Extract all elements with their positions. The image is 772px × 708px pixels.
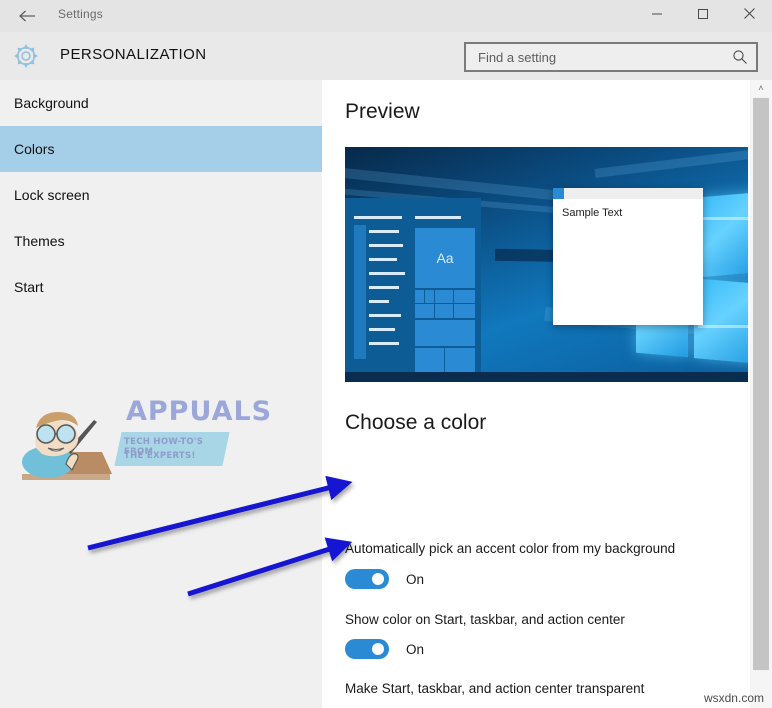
maximize-icon [697,7,709,25]
window-title: Settings [58,7,103,21]
start-dash [369,230,399,233]
sample-text-label: Sample Text [562,207,623,219]
wallpaper-streak [698,217,748,220]
wallpaper-ray [594,147,748,178]
preview-heading: Preview [345,100,420,123]
start-dash [369,328,395,331]
grid-line [415,303,475,304]
minimize-button[interactable] [634,0,680,31]
toggle-knob [372,573,384,585]
close-icon [743,7,756,25]
grid-line [444,348,445,372]
maximize-button[interactable] [680,0,726,31]
auto-accent-toggle[interactable] [345,569,389,589]
back-arrow-icon [18,9,36,23]
appuals-watermark: APPUALS TECH HOW-TO'S FROM THE EXPERTS! [8,388,271,492]
start-dash [354,216,402,219]
start-tile-grid [415,290,475,318]
start-dash [369,286,399,289]
show-color-state: On [406,641,425,657]
choose-a-color-heading: Choose a color [345,411,487,434]
wallpaper-streak [698,325,748,328]
start-app-list-bar [354,225,366,359]
title-bar: Settings [0,0,772,33]
back-button[interactable] [10,2,44,30]
sidebar-item-colors[interactable]: Colors [0,126,322,172]
preview-taskbar [345,372,748,382]
auto-accent-state: On [406,571,425,587]
sidebar-item-label: Background [14,95,89,111]
start-dash [369,342,399,345]
preview-sample-window: Sample Text [553,188,703,325]
start-tile-label: Aa [436,250,454,266]
grid-line [434,290,435,318]
desktop-preview-image: Aa Sample Text [345,147,748,382]
start-dash [369,272,405,275]
sidebar-item-label: Lock screen [14,187,90,203]
sidebar-item-label: Colors [14,141,55,157]
sidebar-item-background[interactable]: Background [0,80,322,126]
grid-line [424,290,425,303]
start-dash [369,314,401,317]
sidebar-item-label: Themes [14,233,65,249]
vertical-scrollbar[interactable]: ˄ [750,80,772,708]
start-dash [369,300,389,303]
page-title: PERSONALIZATION [60,46,207,63]
start-tile-wide [415,320,475,346]
sidebar-item-lock-screen[interactable]: Lock screen [0,172,322,218]
appuals-tagline-line-2: THE EXPERTS! [124,451,196,461]
scrollbar-thumb[interactable] [753,98,769,670]
grid-line [453,290,454,318]
sidebar-item-themes[interactable]: Themes [0,218,322,264]
preview-window-icon [553,188,564,199]
toggle-knob [372,643,384,655]
settings-window: Settings PERSONALIZATION Find a setting … [0,0,772,708]
auto-accent-label: Automatically pick an accent color from … [345,541,676,556]
appuals-mascot-icon [22,412,112,480]
start-tile-aa: Aa [415,228,475,288]
close-button[interactable] [726,0,772,31]
preview-start-menu: Aa [345,198,481,372]
site-watermark: wsxdn.com [703,691,764,705]
appuals-brand-text: APPUALS [126,396,273,427]
page-header: PERSONALIZATION [0,32,772,80]
start-dash [415,216,461,219]
search-icon[interactable] [732,49,748,65]
start-dash [369,244,403,247]
show-color-toggle[interactable] [345,639,389,659]
show-color-toggle-row[interactable]: On [345,639,424,659]
sidebar-item-label: Start [14,279,44,295]
scroll-up-arrow-icon[interactable]: ˄ [750,80,772,96]
gear-icon [12,42,40,70]
auto-accent-toggle-row[interactable]: On [345,569,424,589]
start-dash [369,258,397,261]
show-color-label: Show color on Start, taskbar, and action… [345,612,625,627]
settings-content: Preview Aa Sample Text Choose a color Au… [322,80,750,708]
transparency-label: Make Start, taskbar, and action center t… [345,681,645,696]
search-box[interactable] [464,42,758,72]
minimize-icon [651,7,663,25]
preview-window-titlebar [553,188,703,199]
sidebar-item-start[interactable]: Start [0,264,322,310]
search-input[interactable] [476,49,720,66]
start-tile-bottom [415,348,475,372]
